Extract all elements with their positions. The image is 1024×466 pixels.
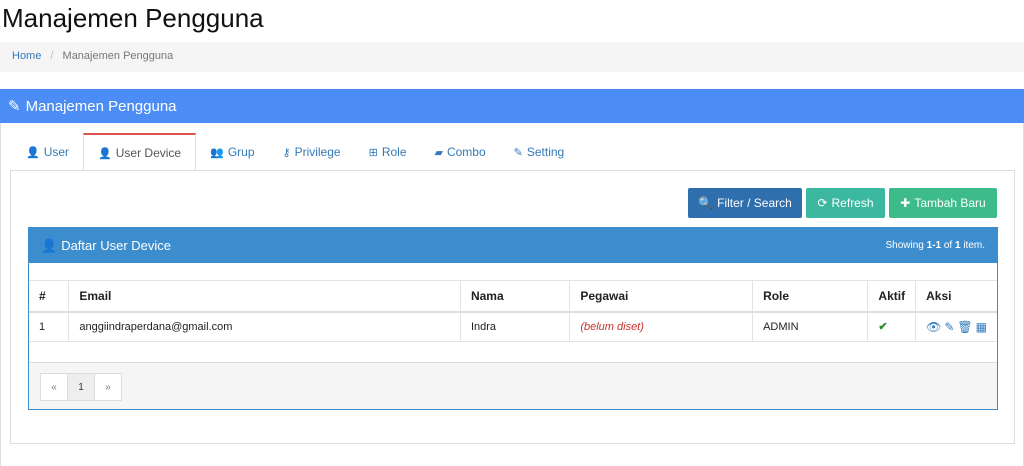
tab-label: Combo: [446, 145, 486, 159]
search-icon: 🔍: [698, 196, 714, 210]
pagination-page[interactable]: 1: [67, 373, 95, 401]
add-new-label: Tambah Baru: [914, 196, 986, 210]
pencil-icon: ✎: [8, 98, 21, 115]
user-device-grid: 👤 Daftar User Device Showing 1-1 of 1 it…: [28, 227, 998, 410]
key-icon: ⚷: [282, 146, 291, 159]
tab-grup[interactable]: 👥 Grup: [196, 133, 268, 171]
refresh-label: Refresh: [831, 196, 874, 210]
tab-privilege[interactable]: ⚷ Privilege: [269, 133, 355, 171]
column-header-aktif[interactable]: Aktif: [867, 280, 916, 313]
cell-role: ADMIN: [752, 311, 868, 342]
calculator-icon[interactable]: ▦: [976, 320, 987, 334]
sitemap-icon: ⊞: [368, 146, 378, 159]
book-icon: ▰: [434, 146, 443, 159]
users-icon: 👥: [210, 146, 224, 159]
tab-label: User: [43, 145, 70, 159]
tab-user-device[interactable]: 👤 User Device: [83, 133, 197, 172]
grid-table: # Email Nama Pegawai Role Aktif Aksi 1 a…: [29, 280, 997, 342]
cell-nama: Indra: [459, 311, 570, 342]
cell-aksi: 👁 ✎ 🗑 ▦: [915, 311, 997, 342]
breadcrumb: Home / Manajemen Pengguna: [0, 42, 1024, 72]
tab-label: Privilege: [294, 145, 341, 159]
tab-user[interactable]: 👤 User: [12, 133, 83, 171]
cell-aktif: ✔: [867, 311, 916, 342]
pagination-prev[interactable]: «: [40, 373, 68, 401]
breadcrumb-separator: /: [50, 50, 54, 62]
cell-pegawai: (belum diset): [569, 311, 753, 342]
page-title: Manajemen Pengguna: [2, 3, 264, 33]
column-header-email[interactable]: Email: [68, 280, 461, 313]
cell-no: 1: [29, 311, 69, 342]
table-row: 1 anggiindraperdana@gmail.com Indra (bel…: [29, 311, 997, 342]
panel-title: Manajemen Pengguna: [25, 97, 177, 115]
edit-icon: ✎: [513, 146, 523, 159]
plus-icon: ✚: [900, 196, 911, 210]
column-header-no[interactable]: #: [29, 280, 69, 313]
user-icon: 👤: [26, 146, 40, 159]
pagination-next[interactable]: »: [94, 373, 122, 401]
tab-role[interactable]: ⊞ Role: [355, 133, 421, 171]
view-icon[interactable]: 👁: [926, 320, 941, 334]
grid-title: 👤 Daftar User Device: [41, 237, 171, 254]
panel-heading: ✎ Manajemen Pengguna: [0, 89, 1024, 123]
refresh-icon: ⟳: [817, 196, 828, 210]
table-header-row: # Email Nama Pegawai Role Aktif Aksi: [29, 280, 997, 313]
edit-icon[interactable]: ✎: [944, 320, 954, 334]
user-icon: 👤: [41, 237, 58, 253]
tab-label: Setting: [526, 145, 565, 159]
column-header-nama[interactable]: Nama: [459, 280, 570, 313]
column-header-role[interactable]: Role: [752, 280, 868, 313]
tab-bar: 👤 User 👤 User Device 👥 Grup ⚷ Privilege …: [12, 133, 579, 172]
trash-icon[interactable]: 🗑: [957, 320, 972, 334]
check-icon: ✔: [878, 321, 888, 334]
breadcrumb-current: Manajemen Pengguna: [62, 50, 174, 62]
grid-header: 👤 Daftar User Device Showing 1-1 of 1 it…: [29, 228, 997, 263]
tab-setting[interactable]: ✎ Setting: [500, 133, 579, 171]
grid-summary: Showing 1-1 of 1 item.: [885, 240, 985, 251]
tab-label: Role: [381, 145, 407, 159]
filter-search-button[interactable]: 🔍 Filter / Search: [688, 188, 802, 218]
tab-label: Grup: [227, 145, 255, 159]
user-icon: 👤: [98, 147, 112, 160]
breadcrumb-home-link[interactable]: Home: [12, 50, 41, 62]
pagination: « 1 »: [40, 373, 122, 401]
cell-email: anggiindraperdana@gmail.com: [68, 311, 461, 342]
tab-label: User Device: [115, 146, 182, 160]
grid-footer: « 1 »: [29, 362, 997, 409]
column-header-aksi: Aksi: [915, 280, 997, 313]
add-new-button[interactable]: ✚ Tambah Baru: [889, 188, 997, 218]
refresh-button[interactable]: ⟳ Refresh: [806, 188, 885, 218]
filter-search-label: Filter / Search: [717, 196, 792, 210]
column-header-pegawai[interactable]: Pegawai: [569, 280, 753, 313]
tab-combo[interactable]: ▰ Combo: [421, 133, 500, 171]
